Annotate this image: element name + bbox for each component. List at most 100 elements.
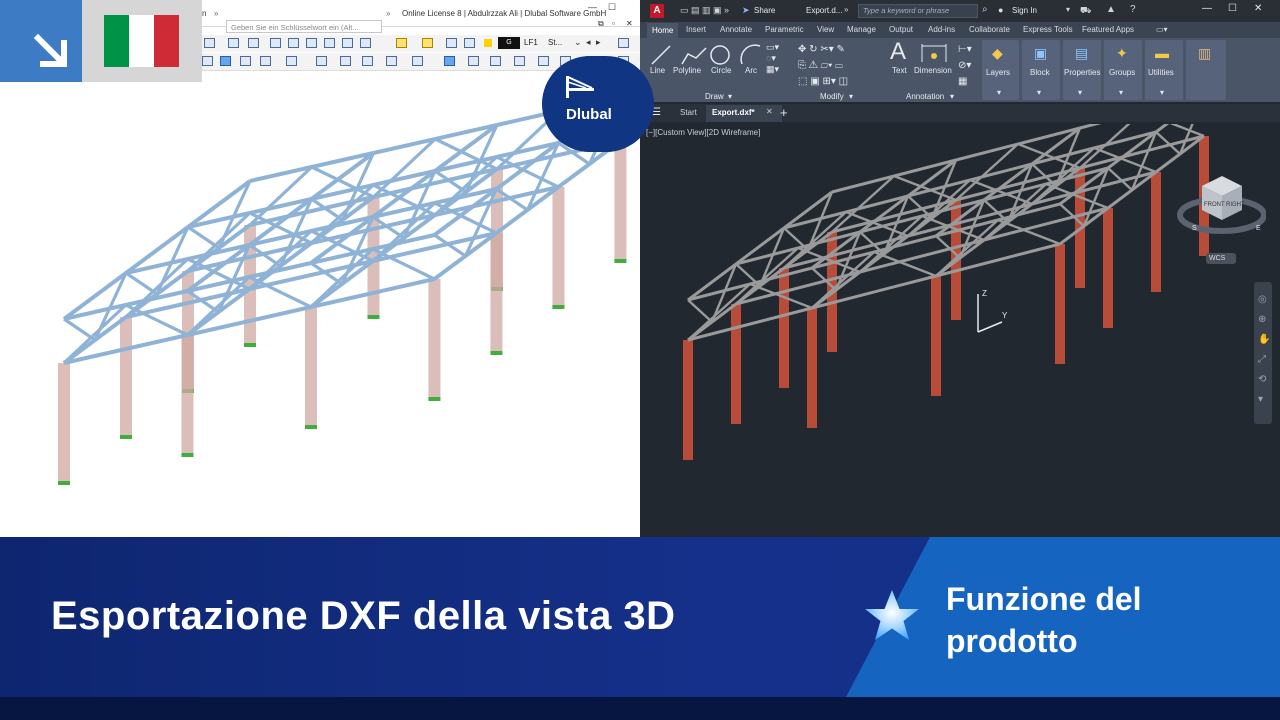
color-yellow-icon[interactable]	[484, 39, 492, 47]
share-button[interactable]: Share	[754, 6, 775, 15]
wcs-button[interactable]: WCS	[1206, 253, 1236, 264]
dim-icon[interactable]	[468, 56, 479, 66]
rfem-inner-min-icon[interactable]: ▫	[612, 19, 615, 28]
clipboard-panel[interactable]: ▥	[1186, 40, 1226, 100]
green-icon[interactable]	[316, 56, 327, 66]
autocad-view-cube[interactable]: FRONT RIGHT S E	[1176, 168, 1266, 240]
ribbon-toggle-icon[interactable]: ▭▾	[1156, 25, 1168, 34]
title-more-icon[interactable]: »	[844, 5, 848, 14]
tab-start[interactable]: Start	[680, 108, 697, 117]
modify-group-arrow[interactable]: ▾	[849, 92, 853, 101]
table-icon[interactable]	[288, 38, 299, 48]
polyline-tool[interactable]: Polyline	[673, 66, 701, 75]
dimension-tool[interactable]: Dimension	[914, 66, 952, 75]
quick-access-icons[interactable]: ▭ ▤ ▥ ▣ »	[680, 5, 729, 16]
tab-annotate[interactable]: Annotate	[720, 25, 752, 34]
new-tab-icon[interactable]: +	[780, 105, 788, 120]
prev-icon[interactable]: ◂	[586, 37, 591, 48]
rfem-inner-restore-icon[interactable]: ⧉	[598, 19, 604, 29]
view-2-icon[interactable]	[248, 38, 259, 48]
annotation-small-icons[interactable]: ⊢▾ ⊘▾ ▦	[958, 42, 972, 90]
hinge-icon[interactable]	[412, 56, 423, 66]
draw-group-label[interactable]: Draw	[705, 92, 724, 101]
view-3-icon[interactable]	[270, 38, 281, 48]
share-icon[interactable]: ➤	[742, 5, 750, 16]
line-icon[interactable]	[260, 56, 271, 66]
tab-manage[interactable]: Manage	[847, 25, 876, 34]
text-tool-icon[interactable]: A	[890, 38, 906, 66]
user-icon[interactable]: ●	[998, 5, 1003, 15]
minimize-icon[interactable]: —	[1202, 3, 1212, 14]
tab-close-icon[interactable]: ✕	[766, 107, 773, 116]
rfem-restore-icon[interactable]: ☐	[608, 2, 616, 13]
arrow-icon[interactable]	[202, 56, 213, 66]
line-tool[interactable]: Line	[650, 66, 665, 75]
next-icon[interactable]: ▸	[596, 37, 601, 48]
arc-tool[interactable]: Arc	[745, 66, 757, 75]
tab-output[interactable]: Output	[889, 25, 913, 34]
tab-export-dxf[interactable]: Export.dxf*	[712, 108, 755, 117]
st-select[interactable]: St...	[548, 38, 562, 47]
cart-icon[interactable]: ⛟	[1080, 5, 1091, 17]
tab-express-tools[interactable]: Express Tools	[1023, 25, 1073, 34]
tab-collaborate[interactable]: Collaborate	[969, 25, 1010, 34]
support-icon[interactable]	[386, 56, 397, 66]
g-box[interactable]: G	[498, 37, 520, 49]
layers-icon[interactable]	[324, 38, 335, 48]
filter-icon[interactable]	[444, 56, 455, 66]
grid-icon[interactable]	[490, 56, 501, 66]
result-icon[interactable]	[446, 38, 457, 48]
undo-icon[interactable]	[204, 38, 215, 48]
rfem-menu-more[interactable]: »	[214, 9, 218, 18]
tab-addins[interactable]: Add-ins	[928, 25, 955, 34]
section-icon[interactable]	[538, 56, 549, 66]
load-2-icon[interactable]	[422, 38, 433, 48]
select-icon[interactable]	[220, 56, 231, 66]
result-2-icon[interactable]	[464, 38, 475, 48]
settings-icon[interactable]	[618, 38, 629, 48]
lc-label[interactable]: LF1	[524, 38, 538, 47]
tab-featured-apps[interactable]: Featured Apps	[1082, 25, 1134, 34]
print-icon[interactable]	[342, 38, 353, 48]
block-panel[interactable]: ▣ Block ▾	[1022, 40, 1060, 100]
close-icon[interactable]: ✕	[1254, 3, 1262, 14]
text-tool[interactable]: Text	[892, 66, 907, 75]
annotation-group-label[interactable]: Annotation	[906, 92, 944, 101]
solid-icon[interactable]	[362, 56, 373, 66]
maximize-icon[interactable]: ☐	[1228, 3, 1237, 14]
member-icon[interactable]	[286, 56, 297, 66]
wave-icon[interactable]	[514, 56, 525, 66]
dimension-tool-icon[interactable]	[920, 42, 948, 64]
tab-view[interactable]: View	[817, 25, 834, 34]
node-icon[interactable]	[240, 56, 251, 66]
rfem-title-more[interactable]: »	[386, 9, 390, 18]
autodesk-icon[interactable]: ▲	[1106, 4, 1116, 15]
rfem-search-input[interactable]: Geben Sie ein Schlüsselwort ein (Alt...	[226, 20, 382, 33]
autocad-logo[interactable]: A	[650, 4, 664, 18]
layers-panel[interactable]: ◆ Layers ▾	[982, 40, 1019, 100]
view-icon[interactable]	[228, 38, 239, 48]
surface-icon[interactable]	[340, 56, 351, 66]
annotation-group-arrow[interactable]: ▾	[950, 92, 954, 101]
tab-insert[interactable]: Insert	[686, 25, 706, 34]
tab-home[interactable]: Home	[647, 23, 679, 38]
draw-small-icons[interactable]: ▭▾ ◌▾ ▦▾	[766, 42, 779, 75]
help-icon[interactable]: ?	[1130, 4, 1136, 15]
autocad-search-input[interactable]: Type a keyword or phrase	[858, 4, 978, 18]
utilities-panel[interactable]: ▬ Utilities ▾	[1145, 40, 1183, 100]
groups-panel[interactable]: ✦ Groups ▾	[1104, 40, 1142, 100]
rfem-menu-n[interactable]: n	[202, 9, 206, 18]
modify-icons[interactable]: ✥ ↻ ✂▾ ✎ ⎘ ⚠ ▱▾ ▭ ⬚ ▣ ⊞▾ ◫	[798, 42, 848, 90]
search-icon[interactable]: ⌕	[982, 4, 988, 15]
render-icon[interactable]	[360, 38, 371, 48]
table-2-icon[interactable]	[306, 38, 317, 48]
draw-group-arrow[interactable]: ▾	[728, 92, 732, 101]
rfem-minimize-icon[interactable]: —	[588, 2, 597, 12]
chevron-down-icon[interactable]: ⌄	[574, 37, 582, 48]
sign-in-button[interactable]: Sign In	[1012, 6, 1037, 15]
tab-parametric[interactable]: Parametric	[765, 25, 804, 34]
circle-tool[interactable]: Circle	[711, 66, 731, 75]
load-icon[interactable]	[396, 38, 407, 48]
rfem-inner-close-icon[interactable]: ✕	[626, 19, 633, 28]
modify-group-label[interactable]: Modify	[820, 92, 844, 101]
